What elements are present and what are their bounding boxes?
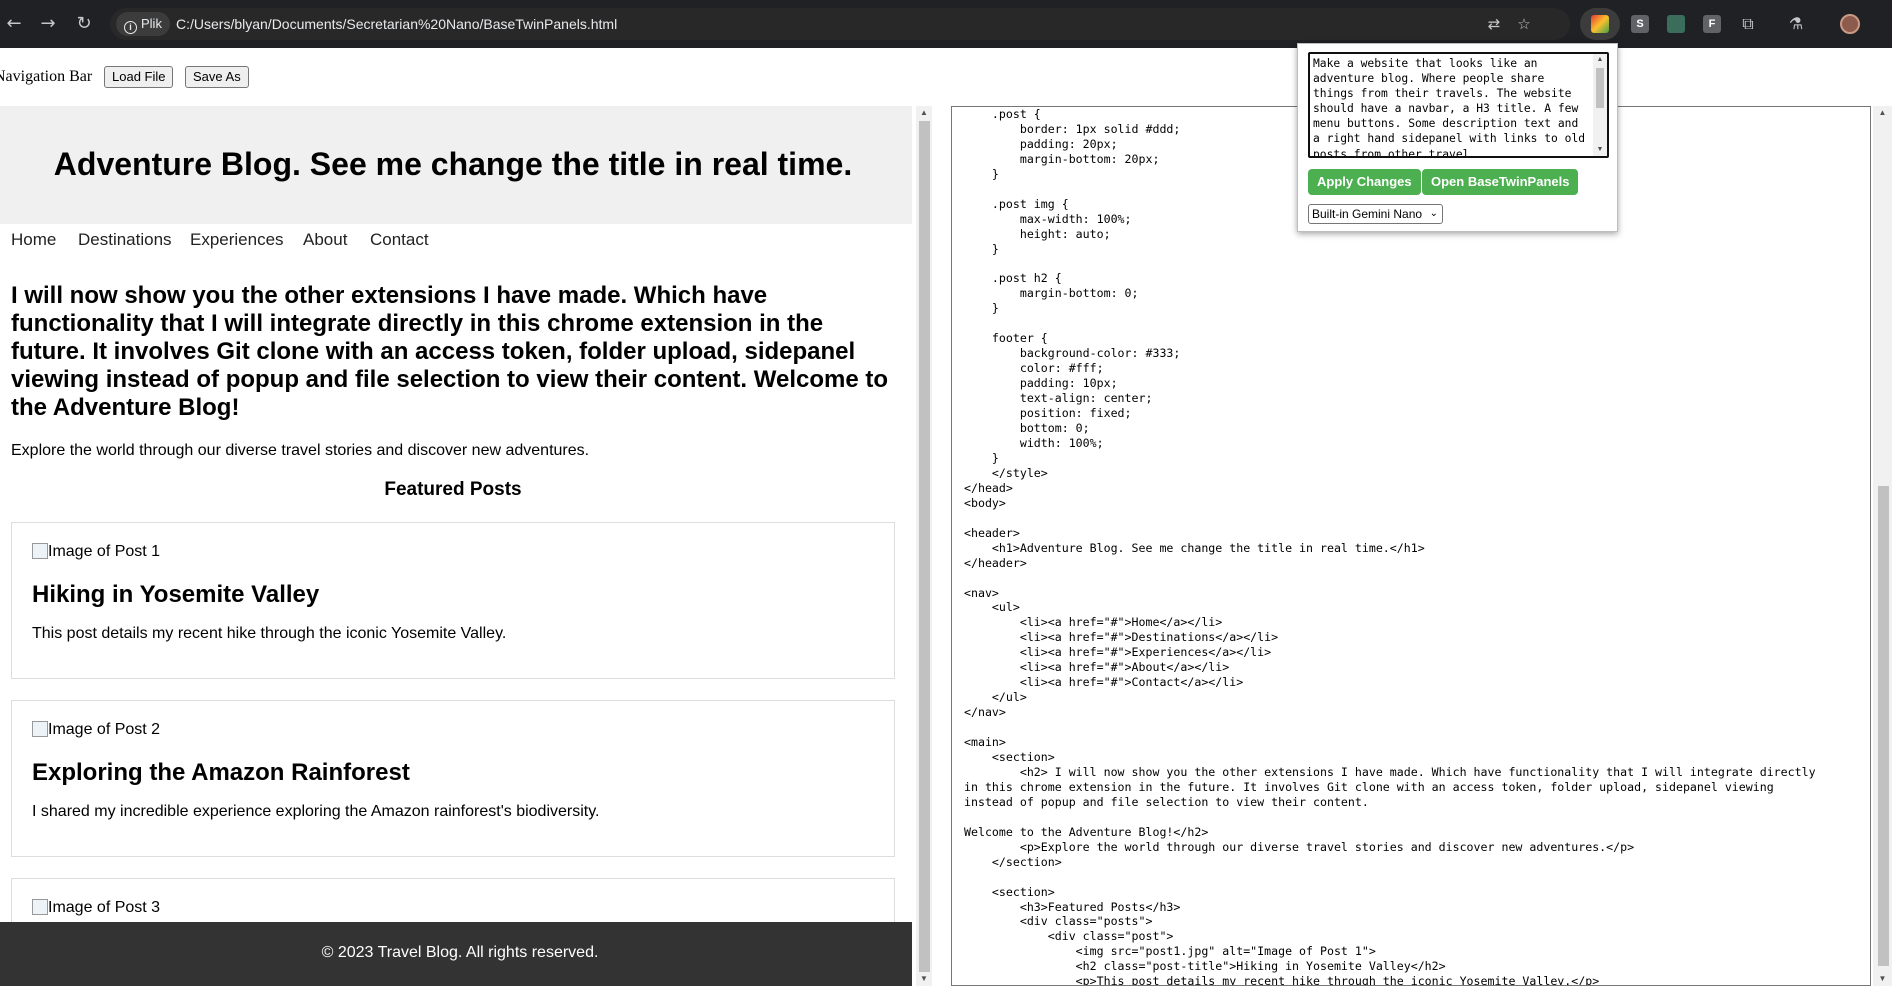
scroll-up-icon[interactable]: ▲ [1593, 54, 1607, 66]
apply-changes-button[interactable]: Apply Changes [1308, 169, 1421, 195]
code-text[interactable]: .post { border: 1px solid #ddd; padding:… [964, 107, 1816, 985]
scrollbar-thumb[interactable] [1596, 68, 1604, 108]
post-image: Image of Post 1 [32, 543, 160, 561]
nav-link-home[interactable]: Home [11, 230, 56, 250]
nav-link-experiences[interactable]: Experiences [190, 230, 284, 250]
active-extension-button[interactable] [1580, 8, 1620, 40]
scrollbar-thumb[interactable] [1878, 486, 1889, 966]
profile-avatar[interactable] [1840, 14, 1860, 34]
nav-link-destinations[interactable]: Destinations [78, 230, 172, 250]
post-card: Image of Post 1 Hiking in Yosemite Valle… [11, 522, 895, 679]
load-file-button[interactable]: Load File [104, 66, 174, 88]
blog-footer: © 2023 Travel Blog. All rights reserved. [0, 922, 912, 986]
scroll-up-icon[interactable]: ▲ [1873, 106, 1892, 120]
scrollbar-thumb[interactable] [919, 121, 930, 604]
nav-link-contact[interactable]: Contact [370, 230, 429, 250]
extension-s-icon[interactable]: S [1631, 15, 1649, 33]
site-chip-label: Plik [141, 16, 162, 31]
prompt-scrollbar[interactable]: ▲ ▼ [1593, 54, 1607, 156]
prompt-textarea[interactable]: Make a website that looks like an advent… [1308, 52, 1609, 158]
post-card: Image of Post 2 Exploring the Amazon Rai… [11, 700, 895, 857]
post-image: Image of Post 3 [32, 899, 160, 917]
scroll-down-icon[interactable]: ▼ [1873, 972, 1892, 986]
address-bar[interactable]: i Plik C:/Users/blyan/Documents/Secretari… [110, 8, 1570, 40]
translate-icon[interactable]: ⇄ [1482, 12, 1506, 36]
broken-image-icon [32, 899, 48, 915]
broken-image-icon [32, 721, 48, 737]
browser-toolbar: ← → ↻ i Plik C:/Users/blyan/Documents/Sec… [0, 0, 1892, 48]
scroll-down-icon[interactable]: ▼ [1593, 144, 1607, 156]
code-editor[interactable]: .post { border: 1px solid #ddd; padding:… [951, 106, 1871, 986]
blog-intro-text: Explore the world through our diverse tr… [11, 442, 590, 459]
post-description: This post details my recent hike through… [32, 625, 507, 642]
post-description: I shared my incredible experience explor… [32, 803, 600, 820]
post-image: Image of Post 2 [32, 721, 160, 739]
open-basetwinpanels-button[interactable]: Open BaseTwinPanels [1422, 169, 1579, 195]
blog-header: Adventure Blog. See me change the title … [0, 106, 912, 224]
extensions-puzzle-icon[interactable]: ⧉ [1736, 12, 1760, 36]
navigation-bar-label: Navigation Bar [0, 68, 93, 85]
post-image-alt: Image of Post 2 [48, 721, 161, 738]
chevron-down-icon: ⌄ [1429, 208, 1439, 219]
featured-posts-heading: Featured Posts [384, 479, 522, 500]
back-arrow-icon[interactable]: ← [2, 12, 26, 36]
labs-flask-icon[interactable]: ⚗ [1784, 12, 1808, 36]
reload-icon[interactable]: ↻ [72, 12, 96, 36]
scroll-down-icon[interactable]: ▼ [916, 972, 932, 986]
nav-link-about[interactable]: About [303, 230, 347, 250]
bookmark-star-icon[interactable]: ☆ [1512, 12, 1536, 36]
model-select-value: Built-in Gemini Nano [1312, 207, 1423, 221]
scrollbar-track-fill [919, 604, 930, 972]
editor-scrollbar[interactable]: ▲ ▼ [1873, 106, 1892, 986]
preview-scrollbar[interactable]: ▲ ▼ [916, 106, 932, 986]
site-info-chip[interactable]: i Plik [116, 12, 170, 36]
post-image-alt: Image of Post 1 [48, 543, 161, 560]
prompt-text[interactable]: Make a website that looks like an advent… [1313, 56, 1591, 156]
post-image-alt: Image of Post 3 [48, 899, 161, 916]
forward-arrow-icon[interactable]: → [36, 12, 60, 36]
extension-popup: Make a website that looks like an advent… [1297, 43, 1618, 232]
post-title: Hiking in Yosemite Valley [32, 581, 320, 608]
preview-panel: Adventure Blog. See me change the title … [0, 106, 912, 986]
broken-image-icon [32, 543, 48, 559]
extension-f-icon[interactable]: F [1703, 15, 1721, 33]
secretarian-extension-icon [1591, 15, 1609, 33]
save-as-button[interactable]: Save As [185, 66, 249, 88]
scroll-up-icon[interactable]: ▲ [916, 106, 932, 120]
footer-text: © 2023 Travel Blog. All rights reserved. [321, 944, 599, 961]
extension-sheet-icon[interactable] [1667, 15, 1685, 33]
blog-title: Adventure Blog. See me change the title … [53, 146, 853, 182]
url-text[interactable]: C:/Users/blyan/Documents/Secretarian%20N… [176, 8, 617, 40]
blog-main-heading: I will now show you the other extensions… [11, 282, 888, 421]
post-title: Exploring the Amazon Rainforest [32, 759, 410, 786]
info-icon: i [124, 21, 137, 34]
model-select[interactable]: Built-in Gemini Nano ⌄ [1308, 204, 1444, 224]
